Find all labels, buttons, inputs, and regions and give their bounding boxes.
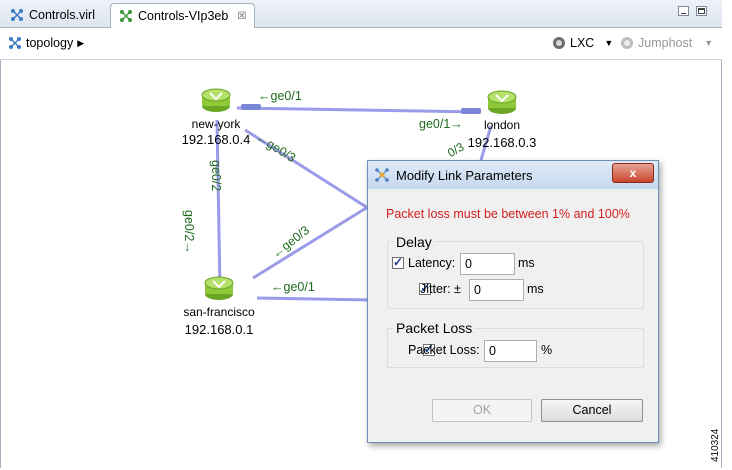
close-button[interactable]: x [612,163,654,183]
router-icon [487,90,517,114]
node-name: san-francisco [183,305,255,319]
router-san-francisco[interactable] [203,274,235,305]
dialog-title: Modify Link Parameters [396,167,533,183]
tab-controls-vip3eb[interactable]: Controls-VIp3eb ☒ [110,3,256,28]
link-sf-right [256,296,372,302]
packet-loss-unit: % [541,343,553,357]
link-sf-diagonal [252,203,372,280]
node-name: new-york [191,117,241,131]
dropdown-arrow-icon: ▼ [704,38,714,48]
packet-loss-group-title: Packet Loss [394,320,475,336]
topology-icon [120,10,132,22]
dialog-body: Packet loss must be between 1% and 100% … [368,189,658,442]
jitter-input[interactable]: 0 [469,279,524,301]
toolbar: topology ▶ LXC ▼ Jumphost ▼ [0,28,722,60]
node-ip: 192.168.0.4 [181,132,251,147]
chevron-right-icon: ▶ [77,37,85,48]
minimize-icon[interactable] [678,6,689,16]
node-ip: 192.168.0.3 [467,135,537,150]
packet-loss-input[interactable]: 0 [484,340,537,362]
router-new-york[interactable] [200,86,232,117]
ok-button[interactable]: OK [432,399,532,422]
lxc-dropdown[interactable]: LXC ▼ [552,36,613,50]
lxc-label: LXC [570,36,595,50]
link-label: ge0/2 [209,160,223,192]
dropdown-arrow-icon: ▼ [604,38,614,48]
close-tab-icon[interactable]: ☒ [237,11,246,22]
lxc-icon [553,37,565,49]
node-ip: 192.168.0.1 [184,322,254,337]
tab-bar: Controls.virl Controls-VIp3eb ☒ [0,0,722,28]
link-label: ←ge0/1 [271,280,315,294]
link-ny-london [236,106,482,114]
tab-label: Controls-VIp3eb [138,9,229,23]
maximize-icon[interactable] [696,6,707,16]
latency-unit: ms [518,256,535,270]
jumphost-dropdown[interactable]: Jumphost ▼ [620,36,713,50]
error-message: Packet loss must be between 1% and 100% [386,207,630,221]
topology-breadcrumb[interactable]: topology ▶ [8,36,84,50]
latency-label: Latency: [408,256,456,270]
jitter-unit: ms [527,282,544,296]
link-label: ge0/2→ [182,210,196,254]
jumphost-label: Jumphost [638,36,693,50]
dialog-title-bar[interactable]: Modify Link Parameters x [368,161,658,189]
router-icon [201,88,231,112]
jumphost-icon [621,37,633,49]
link-params-icon [375,168,389,182]
router-london[interactable] [486,88,518,119]
latency-checkbox[interactable] [392,255,404,269]
topology-icon [11,9,23,21]
tab-label: Controls.virl [29,8,95,22]
packet-loss-label: Packet Loss: [408,343,480,357]
topology-label: topology [26,36,74,50]
latency-input[interactable]: 0 [460,253,515,275]
jitter-label: Jitter: ± [420,282,461,296]
cancel-button[interactable]: Cancel [541,399,643,422]
tab-controls-virl[interactable]: Controls.virl [2,3,103,27]
delay-group-title: Delay [394,234,434,250]
node-name: london [483,118,521,132]
figure-id-text: 410324 [710,428,721,462]
modify-link-dialog: Modify Link Parameters x Packet loss mus… [367,160,659,443]
link-label: ←ge0/1 [258,89,302,103]
figure-id: 410324 [710,412,730,462]
router-icon [204,276,234,300]
topology-icon [9,37,21,49]
